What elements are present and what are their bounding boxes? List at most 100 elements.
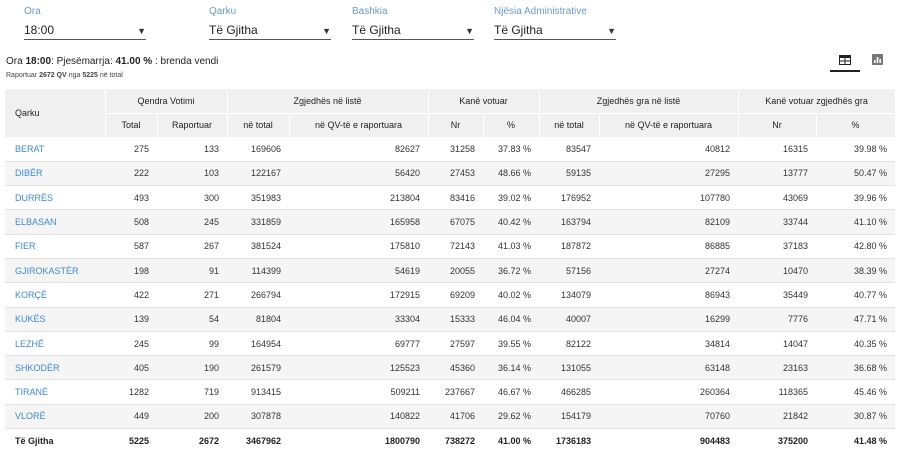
qarku-link[interactable]: DIBËR <box>5 161 105 187</box>
table-cell: 82122 <box>539 331 600 357</box>
header-kane-votuar-gra: Kanë votuar zgjedhës gra <box>738 89 896 114</box>
table-cell: 405 <box>105 355 157 381</box>
table-cell: 46.04 % <box>483 307 540 332</box>
table-row: DIBËR 222 103 122167 56420 27453 48.66 % 59135 2… <box>5 161 896 187</box>
qarku-link[interactable]: SHKODËR <box>5 355 105 381</box>
table-cell: 2672 <box>157 428 227 453</box>
filter-ora[interactable]: Ora 18:00 ▼ <box>24 6 146 40</box>
table-cell: 67075 <box>428 209 484 235</box>
table-row: TIRANË 1282 719 913415 509211 237667 46.67 % 46… <box>5 379 896 405</box>
table-cell: 41.00 % <box>483 428 540 453</box>
qarku-link[interactable]: BERAT <box>5 137 105 162</box>
header-ne-total-gra[interactable]: në total <box>539 113 600 138</box>
filters-bar: Ora 18:00 ▼ Qarku Të Gjitha ▼ Bashkia Të G… <box>24 6 624 40</box>
header-qarku[interactable]: Qarku <box>5 89 106 138</box>
table-cell: 422 <box>105 282 157 308</box>
table-cell: 245 <box>157 209 227 235</box>
filter-qarku[interactable]: Qarku Të Gjitha ▼ <box>209 6 331 40</box>
table-cell: 50.47 % <box>816 161 896 187</box>
table-cell: 39.55 % <box>483 331 540 357</box>
chart-icon <box>871 54 883 65</box>
qarku-link[interactable]: VLORË <box>5 404 105 430</box>
results-table: Qarku Qendra Votimi Zgjedhës në listë Ka… <box>5 89 896 453</box>
table-cell: 40.35 % <box>816 331 896 357</box>
chevron-down-icon: ▼ <box>322 26 331 36</box>
table-row: KORÇË 422 271 266794 172915 69209 40.02 % 13407… <box>5 282 896 308</box>
table-cell: 275 <box>105 137 157 162</box>
header-total[interactable]: Total <box>105 113 158 138</box>
table-cell: 91 <box>157 258 227 284</box>
chart-view-button[interactable] <box>862 50 892 72</box>
table-row: GJIROKASTËR 198 91 114399 54619 20055 36.72 % 5… <box>5 258 896 284</box>
table-cell: 33744 <box>738 209 817 235</box>
header-pct-gra[interactable]: % <box>816 113 896 138</box>
table-cell: 40.77 % <box>816 282 896 308</box>
table-view-button[interactable] <box>830 50 860 72</box>
qarku-link[interactable]: LEZHË <box>5 331 105 357</box>
qarku-link[interactable]: FIER <box>5 234 105 259</box>
filter-bashkia[interactable]: Bashkia Të Gjitha ▼ <box>352 6 474 40</box>
header-pct[interactable]: % <box>483 113 540 138</box>
reported-mid: nga <box>68 72 81 79</box>
table-cell: 41.48 % <box>816 428 896 453</box>
table-cell: 331859 <box>227 209 289 235</box>
table-cell: 81804 <box>227 307 289 332</box>
table-cell: 267 <box>157 234 227 259</box>
filter-ora-select[interactable]: 18:00 ▼ <box>24 22 146 40</box>
filter-bashkia-value: Të Gjitha <box>352 23 401 37</box>
table-cell: 20055 <box>428 258 484 284</box>
table-cell: 82109 <box>599 209 739 235</box>
header-nr[interactable]: Nr <box>428 113 484 138</box>
qarku-link[interactable]: KORÇË <box>5 282 105 308</box>
qarku-link[interactable]: ELBASAN <box>5 209 105 235</box>
header-raportuar[interactable]: Raportuar <box>157 113 228 138</box>
table-row: FIER 587 267 381524 175810 72143 41.03 % 187872… <box>5 234 896 259</box>
table-cell: 43069 <box>738 185 817 211</box>
table-cell: 46.67 % <box>483 379 540 405</box>
table-cell: 351983 <box>227 185 289 211</box>
table-cell: 27295 <box>599 161 739 187</box>
qarku-link[interactable]: KUKËS <box>5 307 105 332</box>
filter-njesia-select[interactable]: Të Gjitha ▼ <box>494 22 616 40</box>
table-cell: 36.14 % <box>483 355 540 381</box>
table-cell: 508 <box>105 209 157 235</box>
table-cell: 86943 <box>599 282 739 308</box>
table-cell: 14047 <box>738 331 817 357</box>
filter-njesia-label: Njësia Administrative <box>494 6 587 17</box>
table-cell: 466285 <box>539 379 600 405</box>
header-ne-qv[interactable]: në QV-të e raportuara <box>289 113 429 138</box>
table-cell: 213804 <box>289 185 429 211</box>
header-kane-votuar: Kanë votuar <box>428 89 540 114</box>
summary-suffix: : brenda vendi <box>154 56 219 67</box>
table-cell: 154179 <box>539 404 600 430</box>
summary-prefix: Ora <box>6 56 23 67</box>
filter-qarku-select[interactable]: Të Gjitha ▼ <box>209 22 331 40</box>
qarku-link[interactable]: DURRËS <box>5 185 105 211</box>
reported-summary: Raportuar 2672 QV nga 5225 në total <box>6 72 123 79</box>
table-cell: 59135 <box>539 161 600 187</box>
filter-ora-value: 18:00 <box>24 23 55 37</box>
view-toggle <box>830 50 892 72</box>
filter-bashkia-select[interactable]: Të Gjitha ▼ <box>352 22 474 40</box>
table-cell: 107780 <box>599 185 739 211</box>
header-zgjedhes-gra: Zgjedhës gra në listë <box>539 89 739 114</box>
header-ne-qv-gra[interactable]: në QV-të e raportuara <box>599 113 739 138</box>
table-cell: 86885 <box>599 234 739 259</box>
table-cell: 27597 <box>428 331 484 357</box>
table-cell: 36.68 % <box>816 355 896 381</box>
filter-njesia[interactable]: Njësia Administrative Të Gjitha ▼ <box>494 6 616 40</box>
table-cell: 40.02 % <box>483 282 540 308</box>
header-nr-gra[interactable]: Nr <box>738 113 817 138</box>
header-ne-total[interactable]: në total <box>227 113 290 138</box>
table-cell: 381524 <box>227 234 289 259</box>
table-icon <box>839 55 851 65</box>
qarku-link[interactable]: GJIROKASTËR <box>5 258 105 284</box>
table-cell: 42.80 % <box>816 234 896 259</box>
table-cell: 114399 <box>227 258 289 284</box>
table-cell: 719 <box>157 379 227 405</box>
qarku-link[interactable]: TIRANË <box>5 379 105 405</box>
table-cell: 131055 <box>539 355 600 381</box>
table-row: SHKODËR 405 190 261579 125523 45360 36.14 % 131… <box>5 355 896 381</box>
table-cell: 39.96 % <box>816 185 896 211</box>
table-row: ELBASAN 508 245 331859 165958 67075 40.42 % 163… <box>5 209 896 235</box>
